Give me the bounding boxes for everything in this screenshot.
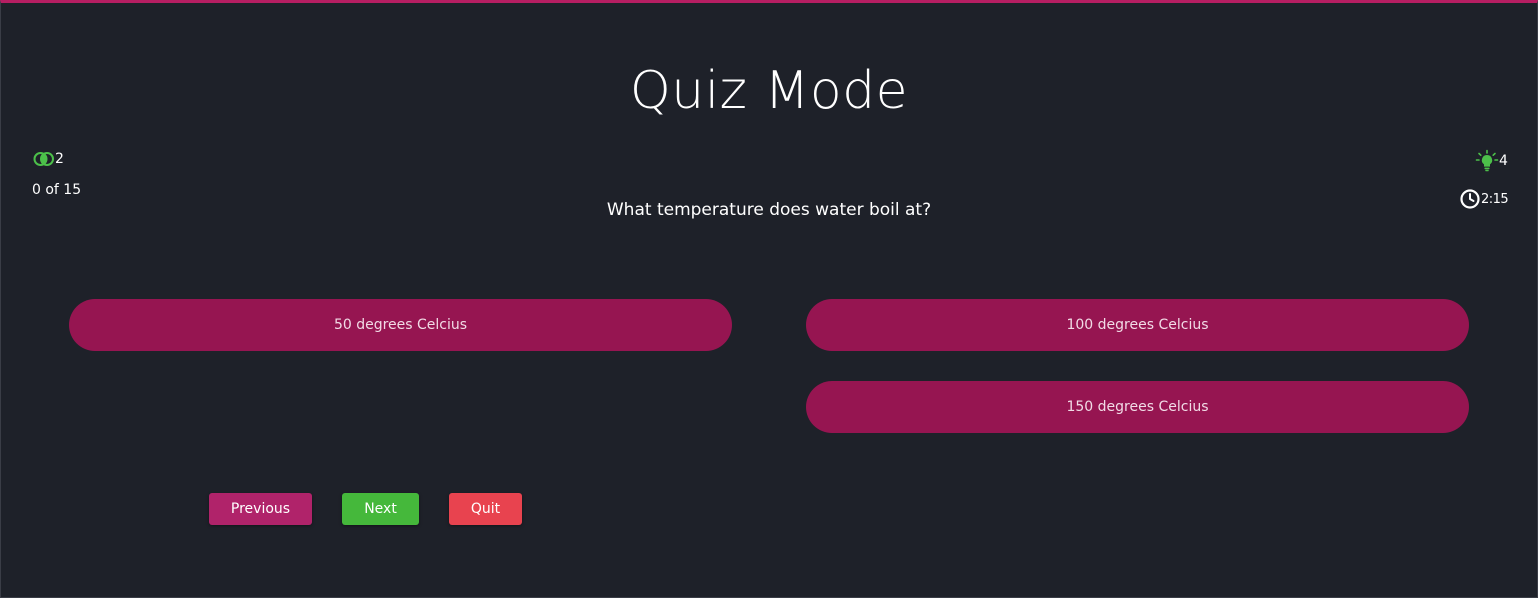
lightbulb-icon: [1475, 149, 1499, 173]
quiz-container: Quiz Mode 2 0 of 15 4 2:15 What temperat…: [0, 0, 1538, 598]
previous-button[interactable]: Previous: [209, 493, 312, 525]
hints-count: 4: [1499, 153, 1508, 169]
question-progress: 0 of 15: [32, 182, 82, 198]
question-text: What temperature does water boil at?: [606, 200, 932, 220]
option-d-button[interactable]: 150 degrees Celcius: [806, 381, 1469, 433]
hints-lifeline[interactable]: 4: [1475, 149, 1508, 173]
next-button[interactable]: Next: [342, 493, 419, 525]
page-title: Quiz Mode: [629, 61, 909, 121]
option-b-button[interactable]: 100 degrees Celcius: [806, 299, 1469, 351]
option-a-button[interactable]: 50 degrees Celcius: [69, 299, 732, 351]
fifty-fifty-icon: [33, 151, 55, 167]
fifty-fifty-lifeline[interactable]: 2: [33, 151, 64, 167]
quit-button[interactable]: Quit: [449, 493, 522, 525]
fifty-fifty-count: 2: [55, 151, 64, 167]
